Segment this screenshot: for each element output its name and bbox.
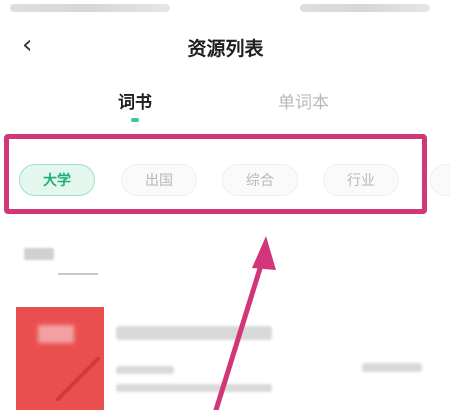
tab-vocab-notebook[interactable]: 单词本: [278, 88, 329, 113]
book-cover-image[interactable]: [16, 307, 104, 410]
status-bar-right: [300, 4, 430, 12]
book-word-count: [362, 363, 422, 372]
category-chip-more[interactable]: [430, 164, 451, 196]
annotation-highlight-box: [4, 134, 427, 214]
book-subtitle: [116, 366, 174, 374]
section-heading: [24, 248, 54, 260]
page-title: 资源列表: [187, 38, 264, 60]
book-cover-label: [38, 325, 74, 343]
tab-indicator: [131, 118, 139, 122]
tab-bar: 词书 单词本: [0, 88, 451, 128]
book-description: [116, 384, 272, 392]
book-cover-decoration: [56, 357, 100, 401]
tab-wordbook[interactable]: 词书: [118, 88, 152, 113]
nav-bar: ‹ 资源列表: [0, 28, 451, 68]
book-title[interactable]: [116, 326, 272, 340]
annotation-arrow-head: [252, 236, 276, 270]
status-bar-left: [10, 4, 170, 12]
section-underline: [58, 273, 98, 275]
